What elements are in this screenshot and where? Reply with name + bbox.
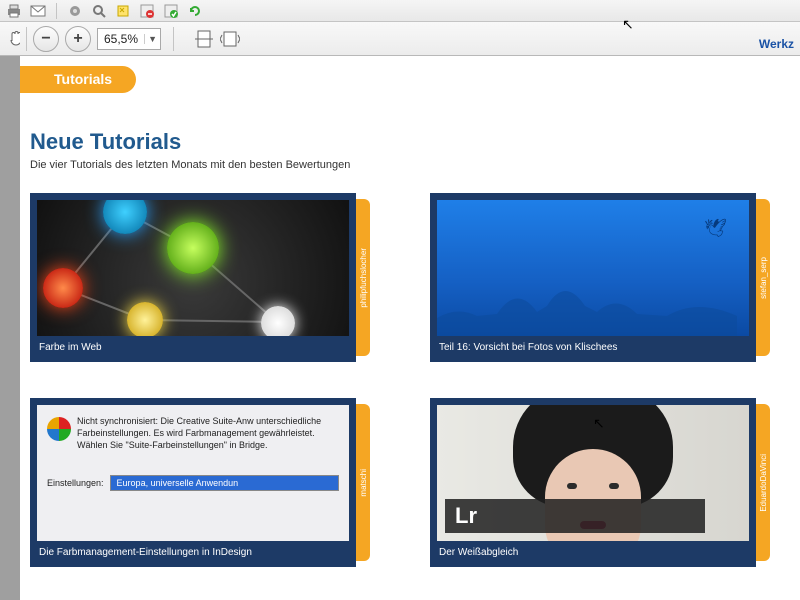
separator bbox=[26, 27, 27, 51]
tutorial-card[interactable]: 🕊 Teil 16: Vorsicht bei Fotos von Klisch… bbox=[430, 193, 770, 362]
separator bbox=[173, 27, 174, 51]
page: Tutorials Neue Tutorials Die vier Tutori… bbox=[20, 56, 800, 587]
author-tag: matschi bbox=[356, 404, 370, 561]
settings-field: Europa, universelle Anwendun bbox=[110, 475, 339, 491]
author-label: stefan_serp bbox=[759, 257, 768, 299]
zoom-value[interactable]: 65,5% bbox=[98, 32, 144, 46]
tutorials-tab[interactable]: Tutorials bbox=[20, 66, 136, 93]
separator bbox=[56, 3, 57, 19]
search-icon[interactable] bbox=[89, 2, 109, 20]
chevron-down-icon[interactable]: ▼ bbox=[144, 34, 160, 44]
document-area: Tutorials Neue Tutorials Die vier Tutori… bbox=[0, 56, 800, 600]
author-label: EduardoDaVinci bbox=[759, 454, 768, 512]
tutorial-thumb: Nicht synchronisiert: Die Creative Suite… bbox=[37, 405, 349, 541]
page-subtitle: Die vier Tutorials des letzten Monats mi… bbox=[30, 159, 770, 171]
hand-icon[interactable] bbox=[6, 29, 20, 49]
lr-badge: Lr bbox=[445, 499, 705, 533]
page-title: Neue Tutorials bbox=[30, 129, 770, 155]
tutorial-caption: Der Weißabgleich bbox=[431, 541, 755, 566]
author-tag: stefan_serp bbox=[756, 199, 770, 356]
gear-icon[interactable] bbox=[65, 2, 85, 20]
tutorial-caption: Teil 16: Vorsicht bei Fotos von Klischee… bbox=[431, 336, 755, 361]
tutorial-card[interactable]: Nicht synchronisiert: Die Creative Suite… bbox=[30, 398, 370, 567]
page-fit-icon[interactable] bbox=[194, 30, 214, 48]
author-tag: EduardoDaVinci bbox=[756, 404, 770, 561]
tutorials-grid: Farbe im Web philipfuchslocher 🕊 Teil 16… bbox=[30, 193, 770, 567]
refresh-icon[interactable] bbox=[185, 2, 205, 20]
tutorial-thumb: ↖ Lr bbox=[437, 405, 749, 541]
toolbar-top bbox=[0, 0, 800, 22]
color-wheel-icon bbox=[47, 417, 71, 441]
tutorial-card[interactable]: ↖ Lr Der Weißabgleich EduardoDaVinci bbox=[430, 398, 770, 567]
tutorial-caption: Die Farbmanagement-Einstellungen in InDe… bbox=[31, 541, 355, 566]
accept-icon[interactable] bbox=[161, 2, 181, 20]
cursor-icon: ↖ bbox=[593, 415, 605, 432]
page-width-icon[interactable] bbox=[220, 30, 240, 48]
tools-link[interactable]: Werkz bbox=[759, 37, 794, 51]
zoom-field[interactable]: 65,5% ▼ bbox=[97, 28, 161, 50]
author-tag: philipfuchslocher bbox=[356, 199, 370, 356]
toolbar-zoom: − + 65,5% ▼ Werkz bbox=[0, 22, 800, 56]
tutorial-caption: Farbe im Web bbox=[31, 336, 355, 361]
note-icon[interactable] bbox=[113, 2, 133, 20]
tutorial-card[interactable]: Farbe im Web philipfuchslocher bbox=[30, 193, 370, 362]
reject-icon[interactable] bbox=[137, 2, 157, 20]
bird-icon: 🕊 bbox=[704, 218, 727, 239]
lr-text: Lr bbox=[455, 503, 477, 529]
author-label: philipfuchslocher bbox=[359, 248, 368, 308]
tutorial-thumb: 🕊 bbox=[437, 200, 749, 336]
settings-label: Einstellungen: bbox=[47, 478, 104, 488]
zoom-in-button[interactable]: + bbox=[65, 26, 91, 52]
dialog-text: Nicht synchronisiert: Die Creative Suite… bbox=[77, 415, 339, 451]
zoom-out-button[interactable]: − bbox=[33, 26, 59, 52]
print-icon[interactable] bbox=[4, 2, 24, 20]
mail-icon[interactable] bbox=[28, 2, 48, 20]
author-label: matschi bbox=[359, 469, 368, 497]
tutorial-thumb bbox=[37, 200, 349, 336]
